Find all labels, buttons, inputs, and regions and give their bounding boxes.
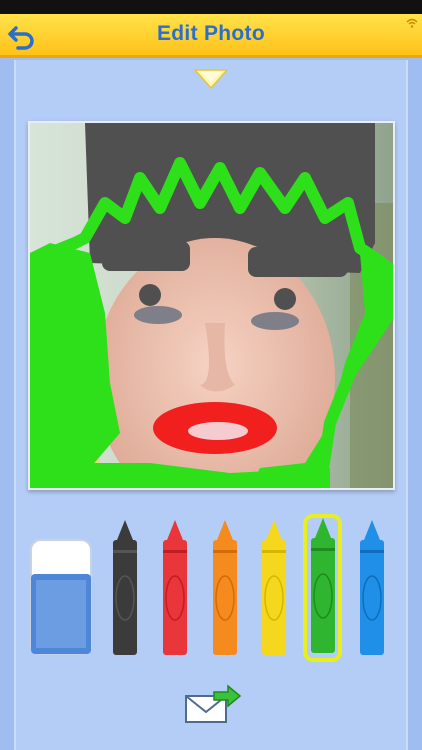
crayon-black[interactable] bbox=[109, 520, 141, 662]
crayon-green[interactable] bbox=[307, 518, 339, 660]
triangle-down-icon[interactable] bbox=[193, 68, 229, 90]
drawing-canvas[interactable] bbox=[28, 121, 395, 490]
crayon-black-icon bbox=[113, 520, 137, 655]
crayon-red[interactable] bbox=[159, 520, 191, 662]
eraser-tool[interactable] bbox=[28, 536, 94, 658]
envelope-send-icon bbox=[185, 684, 242, 723]
crayon-yellow-icon bbox=[262, 520, 286, 655]
status-bar bbox=[0, 0, 422, 14]
wifi-icon bbox=[406, 18, 418, 28]
crayon-blue[interactable] bbox=[356, 520, 388, 662]
send-button[interactable] bbox=[182, 684, 242, 726]
eraser-icon bbox=[30, 539, 92, 655]
photo-image bbox=[30, 123, 393, 488]
crayon-orange[interactable] bbox=[209, 520, 241, 662]
header-bar: Edit Photo bbox=[0, 14, 422, 58]
crayon-green-icon bbox=[311, 518, 335, 653]
crayon-red-icon bbox=[163, 520, 187, 655]
crayon-yellow[interactable] bbox=[258, 520, 290, 662]
crayon-blue-icon bbox=[360, 520, 384, 655]
page-title: Edit Photo bbox=[157, 22, 265, 45]
crayon-orange-icon bbox=[213, 520, 237, 655]
